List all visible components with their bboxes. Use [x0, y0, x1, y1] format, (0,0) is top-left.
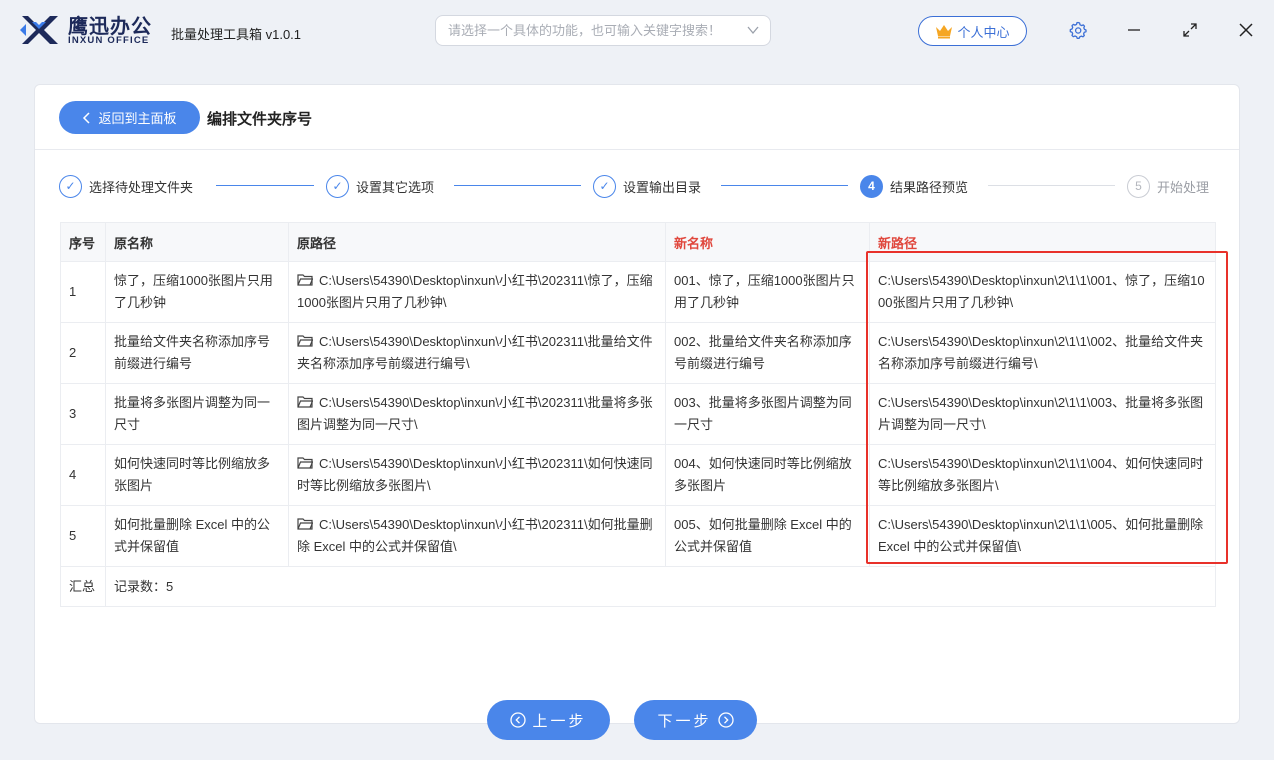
step-1-check-icon: ✓: [59, 174, 82, 198]
orig-path-text: C:\Users\54390\Desktop\inxun\小红书\202311\…: [297, 273, 653, 310]
step-connector: [988, 185, 1115, 186]
step-start: 5 开始处理: [1127, 174, 1209, 198]
orig-name-cell: 如何批量删除 Excel 中的公式并保留值: [105, 505, 289, 567]
folder-icon: [297, 335, 313, 347]
step-label: 设置输出目录: [623, 179, 702, 195]
minimize-button[interactable]: [1122, 18, 1146, 42]
step-preview: 4 结果路径预览: [860, 174, 968, 198]
step-connector: [454, 185, 581, 186]
step-select-folder: ✓ 选择待处理文件夹: [59, 174, 193, 198]
circle-chevron-left-icon: [510, 712, 527, 728]
new-name-cell: 001、惊了，压缩1000张图片只用了几秒钟: [665, 261, 870, 323]
table-header-row: 序号 原名称 原路径 新名称 新路径: [60, 222, 1216, 262]
row-index: 1: [60, 261, 106, 323]
step-connector: [216, 185, 314, 186]
orig-name-cell: 批量将多张图片调整为同一尺寸: [105, 383, 289, 445]
brand-name-en: INXUN OFFICE: [68, 35, 150, 46]
new-name-cell: 004、如何快速同时等比例缩放多张图片: [665, 444, 870, 506]
col-new-path: 新路径: [869, 222, 1216, 262]
folder-icon: [297, 396, 313, 408]
col-orig-name: 原名称: [105, 222, 289, 262]
new-name-cell: 003、批量将多张图片调整为同一尺寸: [665, 383, 870, 445]
col-orig-path: 原路径: [288, 222, 666, 262]
user-center-button[interactable]: 个人中心: [918, 16, 1027, 46]
search-input[interactable]: [448, 16, 738, 45]
new-path-cell: C:\Users\54390\Desktop\inxun\2\1\1\002、批…: [869, 322, 1216, 384]
row-index: 5: [60, 505, 106, 567]
gear-icon: [1069, 21, 1087, 39]
step-output-dir: ✓ 设置输出目录: [593, 174, 701, 198]
orig-path-cell: C:\Users\54390\Desktop\inxun\小红书\202311\…: [288, 383, 666, 445]
row-index: 3: [60, 383, 106, 445]
new-name-cell: 005、如何批量删除 Excel 中的公式并保留值: [665, 505, 870, 567]
orig-path-cell: C:\Users\54390\Desktop\inxun\小红书\202311\…: [288, 322, 666, 384]
next-step-label: 下一步: [657, 712, 712, 730]
step-label: 结果路径预览: [890, 179, 969, 195]
maximize-button[interactable]: [1178, 18, 1202, 42]
settings-button[interactable]: [1066, 18, 1090, 42]
step-other-options: ✓ 设置其它选项: [326, 174, 434, 198]
back-button-label: 返回到主面板: [98, 111, 177, 126]
function-search[interactable]: [435, 15, 771, 46]
step-label: 设置其它选项: [356, 179, 435, 195]
orig-path-text: C:\Users\54390\Desktop\inxun\小红书\202311\…: [297, 456, 653, 493]
table-row[interactable]: 2 批量给文件夹名称添加序号前缀进行编号 C:\Users\54390\Desk…: [60, 322, 1216, 384]
table-row[interactable]: 4 如何快速同时等比例缩放多张图片 C:\Users\54390\Desktop…: [60, 444, 1216, 506]
table-row[interactable]: 3 批量将多张图片调整为同一尺寸 C:\Users\54390\Desktop\…: [60, 383, 1216, 445]
col-new-name: 新名称: [665, 222, 870, 262]
header-divider: [35, 149, 1239, 150]
prev-step-button[interactable]: 上一步: [487, 700, 610, 740]
chevron-down-icon[interactable]: [746, 23, 760, 37]
main-panel: 返回到主面板 编排文件夹序号 ✓ 选择待处理文件夹 ✓ 设置其它选项 ✓ 设置输…: [34, 84, 1240, 724]
folder-icon: [297, 457, 313, 469]
preview-table: 序号 原名称 原路径 新名称 新路径 1 惊了，压缩1000张图片只用了几秒钟 …: [60, 222, 1216, 607]
close-button[interactable]: [1234, 18, 1258, 42]
row-index: 2: [60, 322, 106, 384]
table-row[interactable]: 1 惊了，压缩1000张图片只用了几秒钟 C:\Users\54390\Desk…: [60, 261, 1216, 323]
page-title: 编排文件夹序号: [207, 111, 313, 128]
step-label: 选择待处理文件夹: [89, 179, 194, 195]
step-3-check-icon: ✓: [593, 174, 616, 198]
orig-path-text: C:\Users\54390\Desktop\inxun\小红书\202311\…: [297, 517, 653, 554]
row-index: 4: [60, 444, 106, 506]
back-to-home-button[interactable]: 返回到主面板: [59, 101, 200, 134]
title-bar: 鹰迅办公 INXUN OFFICE 批量处理工具箱 v1.0.1 个人中心: [0, 0, 1274, 60]
circle-chevron-right-icon: [717, 712, 734, 728]
new-path-cell: C:\Users\54390\Desktop\inxun\2\1\1\001、惊…: [869, 261, 1216, 323]
folder-icon: [297, 518, 313, 530]
step-5-number: 5: [1127, 174, 1150, 198]
orig-path-cell: C:\Users\54390\Desktop\inxun\小红书\202311\…: [288, 505, 666, 567]
app-title: 批量处理工具箱 v1.0.1: [171, 27, 302, 42]
inxun-logo-icon: [20, 16, 58, 44]
orig-path-text: C:\Users\54390\Desktop\inxun\小红书\202311\…: [297, 395, 653, 432]
summary-label: 汇总: [60, 566, 106, 607]
chevron-left-icon: [83, 111, 91, 124]
next-step-button[interactable]: 下一步: [634, 700, 757, 740]
summary-row: 汇总 记录数：5: [60, 566, 1216, 607]
new-path-cell: C:\Users\54390\Desktop\inxun\2\1\1\003、批…: [869, 383, 1216, 445]
expand-icon: [1183, 23, 1197, 37]
crown-icon: [936, 25, 953, 39]
summary-value: 记录数：5: [105, 566, 1216, 607]
col-index: 序号: [60, 222, 106, 262]
step-4-number: 4: [860, 174, 883, 198]
step-2-check-icon: ✓: [326, 174, 349, 198]
folder-icon: [297, 274, 313, 286]
orig-path-cell: C:\Users\54390\Desktop\inxun\小红书\202311\…: [288, 444, 666, 506]
step-connector: [721, 185, 848, 186]
orig-path-text: C:\Users\54390\Desktop\inxun\小红书\202311\…: [297, 334, 653, 371]
new-name-cell: 002、批量给文件夹名称添加序号前缀进行编号: [665, 322, 870, 384]
orig-path-cell: C:\Users\54390\Desktop\inxun\小红书\202311\…: [288, 261, 666, 323]
table-row[interactable]: 5 如何批量删除 Excel 中的公式并保留值 C:\Users\54390\D…: [60, 505, 1216, 567]
prev-step-label: 上一步: [532, 712, 587, 730]
orig-name-cell: 惊了，压缩1000张图片只用了几秒钟: [105, 261, 289, 323]
orig-name-cell: 批量给文件夹名称添加序号前缀进行编号: [105, 322, 289, 384]
close-icon: [1239, 23, 1253, 37]
minimize-icon: [1128, 29, 1140, 31]
user-center-label: 个人中心: [957, 24, 1010, 40]
orig-name-cell: 如何快速同时等比例缩放多张图片: [105, 444, 289, 506]
new-path-cell: C:\Users\54390\Desktop\inxun\2\1\1\004、如…: [869, 444, 1216, 506]
new-path-cell: C:\Users\54390\Desktop\inxun\2\1\1\005、如…: [869, 505, 1216, 567]
step-label: 开始处理: [1157, 179, 1210, 195]
